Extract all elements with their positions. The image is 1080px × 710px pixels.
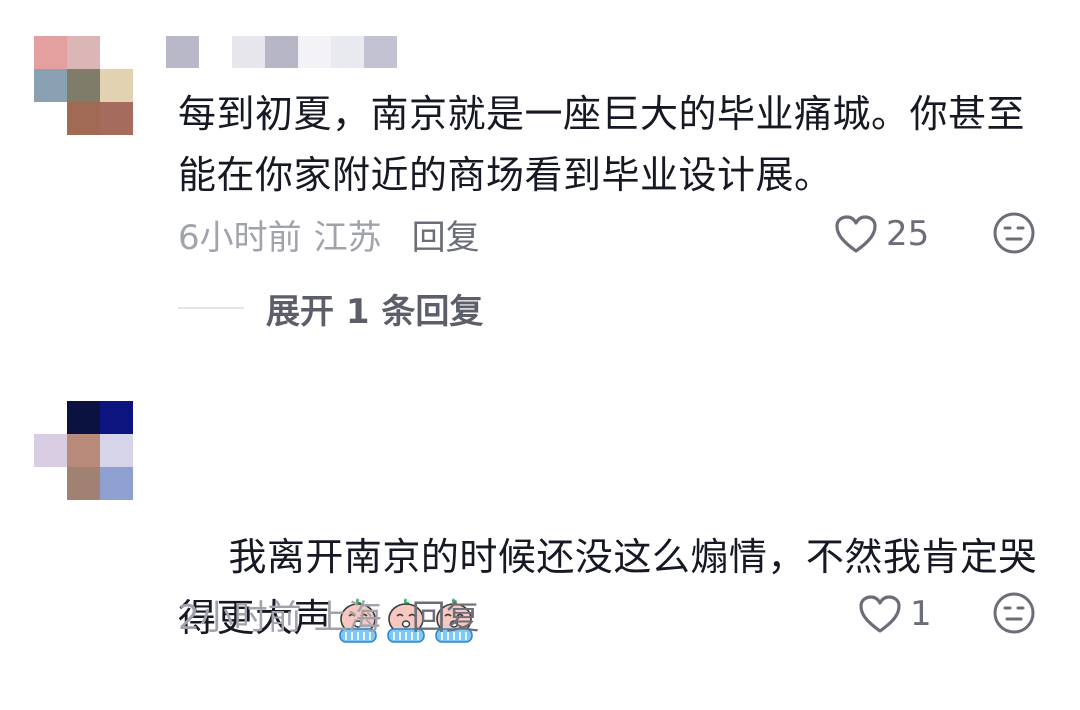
username-pixel [265, 36, 298, 68]
avatar-pixel [100, 102, 133, 135]
like-button[interactable]: 25 [834, 209, 929, 259]
comment-location: 上海 [313, 597, 382, 638]
heart-icon [835, 215, 877, 253]
expand-replies-label: 展开 1 条回复 [266, 291, 484, 332]
comment-meta: 2小时前 上海 回复 1 [178, 589, 1038, 639]
username-pixel [166, 36, 199, 68]
comment-text: 每到初夏，南京就是一座巨大的毕业痛城。你甚至能在你家附近的商场看到毕业设计展。 [178, 92, 1026, 197]
avatar-pixel [34, 102, 67, 135]
heart-icon [859, 595, 901, 633]
like-button[interactable]: 1 [858, 589, 932, 639]
comment-meta: 6小时前 江苏 回复 25 [178, 209, 1038, 259]
like-count: 1 [910, 594, 932, 634]
username-pixel [331, 36, 364, 68]
username-pixel [364, 36, 397, 68]
avatar-pixel [100, 401, 133, 434]
reply-button[interactable]: 回复 [412, 210, 480, 259]
avatar[interactable] [34, 36, 133, 135]
comment-time: 2小时前 [178, 597, 302, 638]
avatar-pixel [34, 69, 67, 102]
expand-replies-button[interactable]: 展开 1 条回复 [178, 283, 483, 333]
avatar-pixel [67, 434, 100, 467]
avatar-pixel [67, 467, 100, 500]
comment-time: 6小时前 [178, 217, 302, 258]
like-count: 25 [886, 214, 930, 254]
comment-text: 我离开南京的时候还没这么煽情，不然我肯定哭得更大声 [178, 466, 1048, 710]
meh-face-icon[interactable] [992, 211, 1036, 255]
divider-line [178, 307, 244, 309]
avatar-pixel [67, 401, 100, 434]
avatar-pixel [100, 467, 133, 500]
avatar-pixel [34, 36, 67, 69]
avatar-pixel [100, 434, 133, 467]
avatar-pixel [67, 69, 100, 102]
avatar-pixel [67, 36, 100, 69]
avatar-pixel [34, 401, 67, 434]
username[interactable] [166, 36, 397, 68]
username-pixel [199, 36, 232, 68]
avatar[interactable] [34, 401, 133, 500]
reply-button[interactable]: 回复 [412, 590, 480, 639]
avatar-pixel [100, 69, 133, 102]
comment-location: 江苏 [313, 217, 382, 258]
avatar-pixel [34, 467, 67, 500]
avatar-pixel [100, 36, 133, 69]
username-pixel [298, 36, 331, 68]
avatar-pixel [67, 102, 100, 135]
meh-face-icon[interactable] [992, 591, 1036, 635]
avatar-pixel [34, 434, 67, 467]
username-pixel [232, 36, 265, 68]
